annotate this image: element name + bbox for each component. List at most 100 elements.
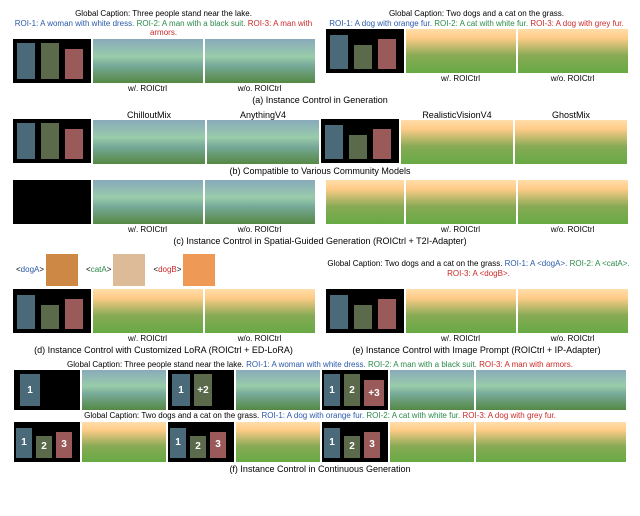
step-result — [236, 370, 320, 410]
section-b-label: (b) Compatible to Various Community Mode… — [8, 166, 632, 176]
roi-layout — [326, 29, 404, 73]
step-num: 1 — [16, 428, 32, 458]
roi-layout — [13, 119, 91, 163]
model-result — [207, 120, 319, 164]
step-layout: 12+3 — [322, 370, 388, 410]
result-without — [518, 289, 628, 333]
result-without — [205, 180, 315, 224]
step-result — [236, 422, 320, 462]
roi3-text: ROI-3: A dog with grey fur. — [462, 411, 555, 420]
result-with — [406, 180, 516, 224]
step-num: 1 — [324, 428, 340, 458]
model-name: GhostMix — [552, 110, 590, 120]
step-num: 2 — [190, 436, 206, 458]
roi1-text: ROI-1: A woman with white dress. — [246, 360, 366, 369]
step-result — [390, 370, 474, 410]
step-result — [82, 370, 166, 410]
section-f-row2: 123 123 123 — [8, 422, 632, 462]
roi1-text: ROI-1: A <dogA>. — [505, 259, 568, 268]
model-result — [93, 120, 205, 164]
roi-layout — [321, 119, 399, 163]
step-layout: 123 — [322, 422, 388, 462]
result-with — [93, 289, 203, 333]
step-result — [82, 422, 166, 462]
section-a: Global Caption: Three people stand near … — [8, 8, 632, 93]
result-without — [518, 29, 628, 73]
without-label: w/o. ROICtrl — [551, 225, 595, 234]
roi2-text: ROI-2: A cat with white fur. — [434, 19, 528, 28]
model-result — [401, 120, 513, 164]
without-label: w/o. ROICtrl — [238, 225, 282, 234]
section-f-row1: 1 1+2 12+3 — [8, 370, 632, 410]
step-result — [476, 422, 626, 462]
concept-catA: catA — [86, 254, 145, 286]
roi3-text: ROI-3: A man with armors. — [479, 360, 573, 369]
roi1-text: ROI-1: A dog with orange fur. — [261, 411, 364, 420]
roi-layout — [326, 289, 404, 333]
without-label: w/o. ROICtrl — [238, 334, 282, 343]
step-layout: 1 — [14, 370, 80, 410]
roi3-text: ROI-3: A dog with grey fur. — [530, 19, 623, 28]
section-c-label: (c) Instance Control in Spatial-Guided G… — [8, 236, 632, 246]
step-result — [390, 422, 474, 462]
step-num: 2 — [344, 436, 360, 458]
step-num: 1 — [170, 428, 186, 458]
with-label: w/. ROICtrl — [441, 74, 480, 83]
global-caption: Global Caption: Three people stand near … — [75, 9, 252, 18]
step-num: +3 — [364, 380, 384, 406]
step-num: 3 — [56, 432, 72, 458]
pose-layout — [13, 180, 91, 224]
section-c: w/. ROICtrl w/o. ROICtrl w/. ROICtrl w/o… — [8, 180, 632, 234]
roi2-text: ROI-2: A <catA>. — [570, 259, 630, 268]
concepts-row: dogA catA dogB Global Caption: Two dogs … — [8, 250, 632, 288]
model-name: RealisticVisionV4 — [422, 110, 491, 120]
global-caption: Global Caption: Two dogs and a cat on th… — [84, 411, 259, 420]
step-num: 1 — [20, 374, 40, 406]
concept-thumb — [183, 254, 215, 286]
without-label: w/o. ROICtrl — [238, 84, 282, 93]
section-e-label: (e) Instance Control with Image Prompt (… — [321, 345, 632, 355]
result-with — [93, 180, 203, 224]
caption-a-right: Global Caption: Two dogs and a cat on th… — [321, 9, 632, 28]
step-layout: 123 — [14, 422, 80, 462]
concept-dogA: dogA — [16, 254, 78, 286]
section-f-label: (f) Instance Control in Continuous Gener… — [8, 464, 632, 474]
step-num: 2 — [344, 374, 360, 406]
concept-thumb — [46, 254, 78, 286]
without-label: w/o. ROICtrl — [551, 334, 595, 343]
concept-thumb — [113, 254, 145, 286]
roi-layout — [13, 289, 91, 333]
roi2-text: ROI-2: A man with a black suit. — [368, 360, 477, 369]
section-d-label: (d) Instance Control with Customized LoR… — [8, 345, 319, 355]
step-result — [476, 370, 626, 410]
result-with — [406, 289, 516, 333]
step-num: 1 — [172, 374, 190, 406]
result-without — [205, 39, 315, 83]
roi3-text: ROI-3: A <dogB>. — [447, 269, 510, 278]
with-label: w/. ROICtrl — [441, 334, 480, 343]
roi1-text: ROI-1: A dog with orange fur. — [329, 19, 432, 28]
result-without — [518, 180, 628, 224]
global-caption: Global Caption: Two dogs and a cat on th… — [327, 259, 502, 268]
section-b: ChilloutMix AnythingV4 RealisticVisionV4… — [8, 109, 632, 164]
model-name: ChilloutMix — [127, 110, 171, 120]
with-label: w/. ROICtrl — [441, 225, 480, 234]
section-a-label: (a) Instance Control in Generation — [8, 95, 632, 105]
step-layout: 1+2 — [168, 370, 234, 410]
with-label: w/. ROICtrl — [128, 334, 167, 343]
caption-a-left: Global Caption: Three people stand near … — [8, 9, 319, 38]
with-label: w/. ROICtrl — [128, 84, 167, 93]
roi1-text: ROI-1: A woman with white dress. — [15, 19, 135, 28]
concept-label: dogA — [16, 265, 44, 274]
result-without — [205, 289, 315, 333]
result-with — [406, 29, 516, 73]
section-de: w/. ROICtrl w/o. ROICtrl (d) Instance Co… — [8, 289, 632, 359]
concept-label: dogB — [153, 265, 181, 274]
step-layout: 123 — [168, 422, 234, 462]
global-caption: Global Caption: Three people stand near … — [67, 360, 244, 369]
roi-layout — [13, 39, 91, 83]
model-result — [515, 120, 627, 164]
roi2-text: ROI-2: A cat with white fur. — [366, 411, 460, 420]
caption-de: Global Caption: Two dogs and a cat on th… — [325, 259, 632, 278]
concept-dogB: dogB — [153, 254, 215, 286]
